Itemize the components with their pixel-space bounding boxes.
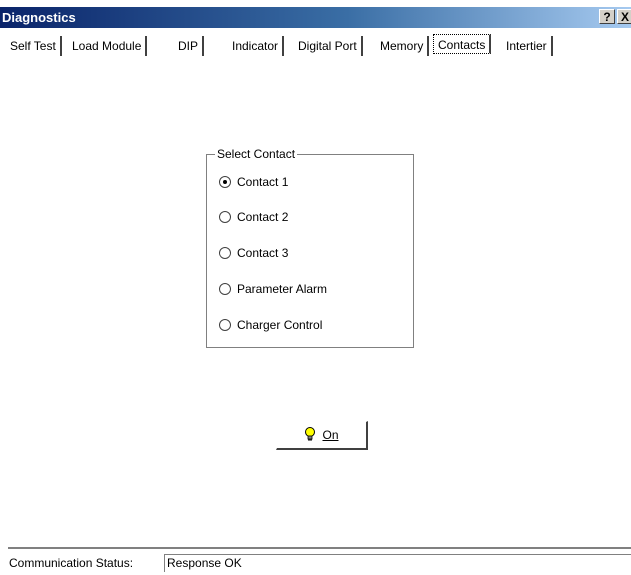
tab-load-module[interactable]: Load Module <box>68 36 148 56</box>
radio-circle[interactable] <box>219 247 231 259</box>
status-divider <box>8 547 631 550</box>
status-value: Response OK <box>164 554 631 572</box>
radio-circle[interactable] <box>219 211 231 223</box>
close-button[interactable]: X <box>617 9 631 24</box>
radio-charger-control[interactable]: Charger Control <box>219 317 322 333</box>
select-contact-group: Select Contact Contact 1 Contact 2 Conta… <box>206 147 414 348</box>
status-label: Communication Status: <box>9 556 134 570</box>
tab-intertier[interactable]: Intertier <box>502 36 553 56</box>
radio-label: Contact 1 <box>237 175 289 189</box>
on-button-label: On <box>322 428 339 442</box>
radio-contact-1[interactable]: Contact 1 <box>219 174 288 190</box>
radio-label: Contact 2 <box>237 210 289 224</box>
help-button[interactable]: ? <box>599 9 615 24</box>
on-button[interactable]: On <box>276 421 368 450</box>
tab-self-test[interactable]: Self Test <box>6 36 62 56</box>
radio-contact-3[interactable]: Contact 3 <box>219 245 288 261</box>
tab-contacts[interactable]: Contacts <box>433 34 492 54</box>
tab-bar: Self Test Load Module DIP Indicator Digi… <box>0 34 631 58</box>
window-title: Diagnostics <box>2 10 76 25</box>
tab-dip[interactable]: DIP <box>174 36 205 56</box>
radio-circle[interactable] <box>219 176 231 188</box>
group-title: Select Contact <box>215 147 298 161</box>
radio-circle[interactable] <box>219 319 231 331</box>
title-bar: Diagnostics ? X <box>0 7 631 28</box>
radio-label: Contact 3 <box>237 246 289 260</box>
radio-parameter-alarm[interactable]: Parameter Alarm <box>219 281 327 297</box>
radio-circle[interactable] <box>219 283 231 295</box>
radio-label: Parameter Alarm <box>237 282 328 296</box>
radio-label: Charger Control <box>237 318 323 332</box>
lightbulb-icon <box>304 426 316 444</box>
radio-contact-2[interactable]: Contact 2 <box>219 209 288 225</box>
tab-indicator[interactable]: Indicator <box>228 36 285 56</box>
tab-digital-port[interactable]: Digital Port <box>294 36 363 56</box>
tab-memory[interactable]: Memory <box>376 36 430 56</box>
